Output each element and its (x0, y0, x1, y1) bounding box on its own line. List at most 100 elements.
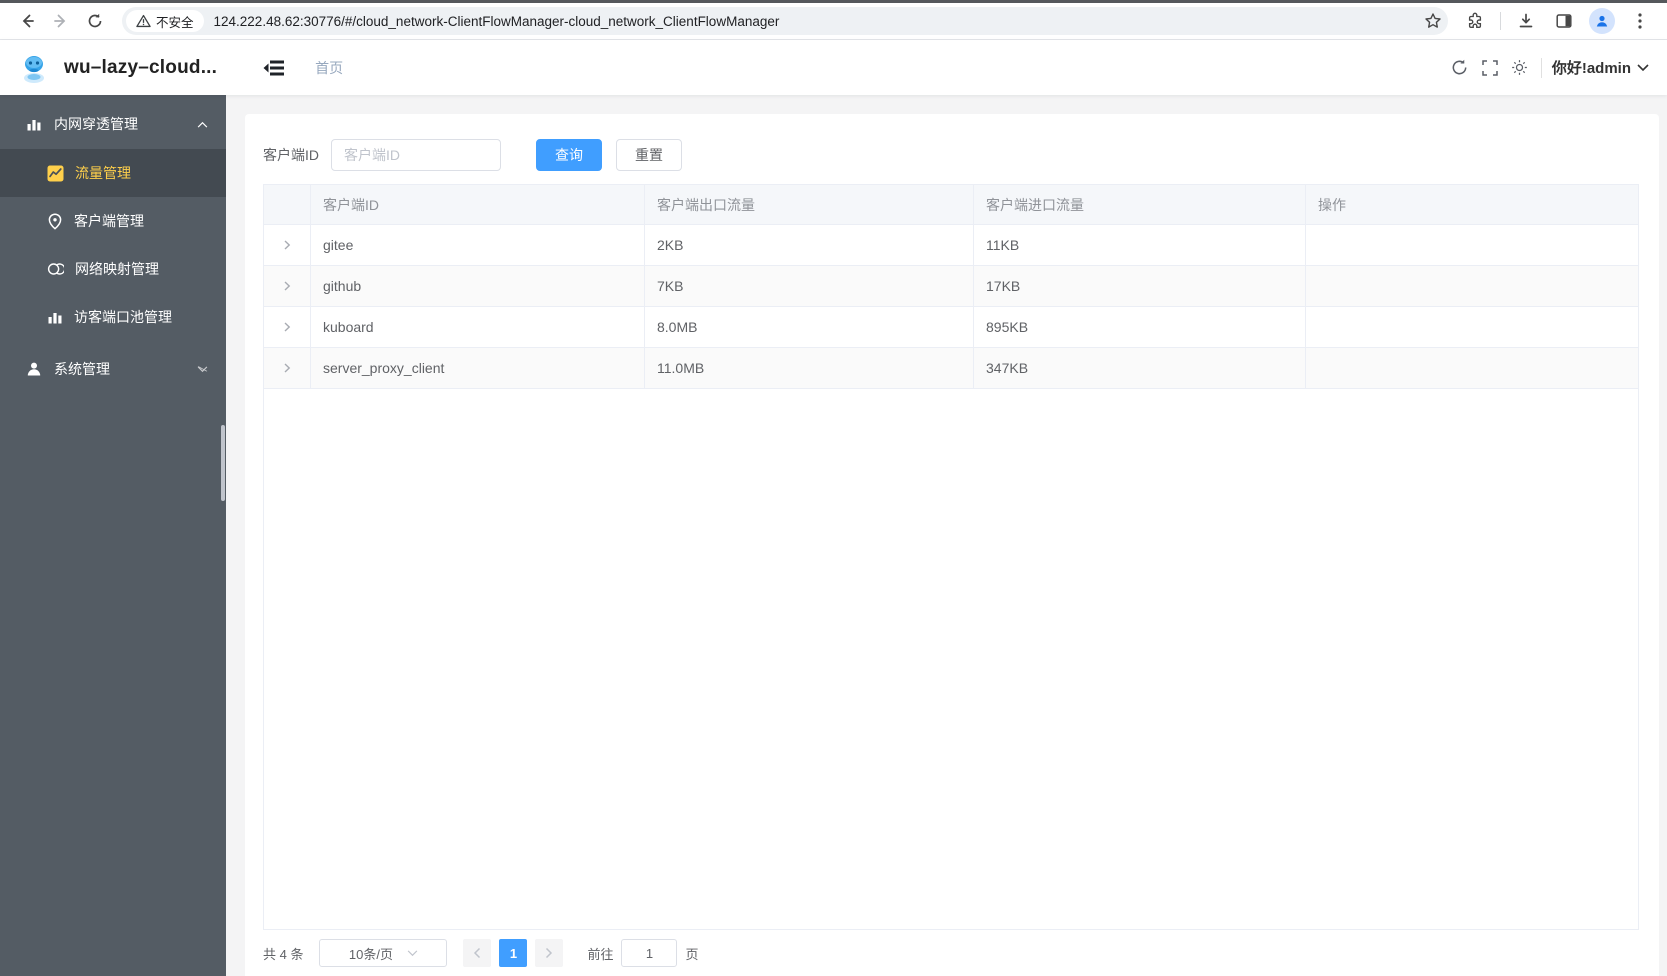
sidebar-collapse-button[interactable] (261, 55, 287, 81)
chevron-right-icon (544, 947, 554, 959)
cell-outbound: 8.0MB (645, 307, 974, 347)
app-header: wu–lazy–cloud... 首页 你好!admin (0, 40, 1667, 95)
pagination-bar: 共 4 条 10条/页 1 前往 1 页 (263, 930, 1639, 976)
extensions-button[interactable] (1458, 6, 1492, 36)
goto-page-input[interactable] (621, 939, 678, 967)
page-unit-label: 页 (685, 946, 699, 962)
person-icon (26, 361, 42, 377)
side-panel-icon (1555, 12, 1573, 30)
downloads-button[interactable] (1509, 6, 1543, 36)
cell-outbound: 11.0MB (645, 348, 974, 388)
sidebar-item-label: 流量管理 (75, 165, 131, 181)
cell-client-id: github (311, 266, 645, 306)
expand-row-icon[interactable] (281, 239, 293, 251)
user-menu[interactable]: 你好!admin (1552, 57, 1649, 78)
trend-line-square-icon (47, 165, 64, 182)
cell-inbound: 17KB (974, 266, 1306, 306)
goto-label: 前往 (587, 946, 614, 962)
warning-triangle-icon (136, 14, 151, 28)
next-page-button[interactable] (535, 939, 564, 967)
pagination-total: 共 4 条 (263, 946, 304, 962)
forward-button[interactable] (44, 6, 78, 36)
sidebar-item-flow-management[interactable]: 流量管理 (0, 149, 226, 197)
fullscreen-brackets-icon (1482, 59, 1498, 76)
table-header-outbound: 客户端出口流量 (645, 185, 974, 224)
reload-button[interactable] (78, 6, 112, 36)
profile-avatar-icon (1589, 8, 1615, 34)
sidebar-group-system-management[interactable]: 系统管理 (0, 341, 226, 397)
back-button[interactable] (10, 6, 44, 36)
sidebar-item-label: 客户端管理 (74, 213, 144, 229)
expand-row-icon[interactable] (281, 280, 293, 292)
expand-row-icon[interactable] (281, 321, 293, 333)
breadcrumb[interactable]: 首页 (315, 58, 343, 78)
refresh-page-button[interactable] (1445, 53, 1475, 83)
security-label: 不安全 (156, 15, 194, 30)
bar-chart-icon (47, 309, 63, 325)
side-panel-button[interactable] (1547, 6, 1581, 36)
search-button[interactable]: 查询 (536, 139, 602, 171)
chevron-down-icon (1637, 63, 1649, 72)
browser-toolbar: 不安全 124.222.48.62:30776/#/cloud_network-… (0, 3, 1667, 40)
cell-actions (1306, 225, 1639, 265)
sidebar-group-label: 系统管理 (54, 361, 110, 377)
page-number-1[interactable]: 1 (499, 939, 528, 967)
toolbar-separator (1500, 12, 1501, 30)
greeting-text: 你好!admin (1551, 60, 1631, 77)
sidebar-item-client-management[interactable]: 客户端管理 (0, 197, 226, 245)
cell-inbound: 895KB (974, 307, 1306, 347)
cell-inbound: 347KB (974, 348, 1306, 388)
sidebar-scrollbar-thumb[interactable] (221, 425, 225, 501)
table-header-client-id: 客户端ID (311, 185, 645, 224)
location-pin-icon (47, 212, 63, 230)
chevron-left-icon (472, 947, 482, 959)
omnibox[interactable]: 不安全 124.222.48.62:30776/#/cloud_network-… (122, 7, 1448, 35)
prev-page-button[interactable] (463, 939, 492, 967)
profile-button[interactable] (1585, 6, 1619, 36)
url-text[interactable]: 124.222.48.62:30776/#/cloud_network-Clie… (214, 14, 1424, 29)
reload-icon (86, 12, 104, 30)
sun-icon (1511, 59, 1528, 76)
page-size-select[interactable]: 10条/页 (319, 939, 448, 967)
cell-outbound: 7KB (645, 266, 974, 306)
chevron-up-icon (197, 121, 208, 128)
client-id-label: 客户端ID (263, 147, 319, 163)
linked-circles-icon (47, 261, 64, 277)
puzzle-piece-icon (1466, 12, 1484, 30)
bar-chart-icon (26, 116, 42, 132)
sidebar-item-network-mapping-management[interactable]: 网络映射管理 (0, 245, 226, 293)
refresh-icon (1450, 58, 1469, 77)
filter-bar: 客户端ID 查询 重置 (263, 139, 1639, 171)
sidebar-item-visitor-port-pool-management[interactable]: 访客端口池管理 (0, 293, 226, 341)
page-size-value: 10条/页 (348, 946, 393, 962)
table-row: gitee 2KB 11KB (263, 225, 1639, 266)
fullscreen-button[interactable] (1475, 53, 1505, 83)
client-id-input[interactable] (331, 139, 501, 171)
chrome-menu-button[interactable] (1623, 6, 1657, 36)
table-row: kuboard 8.0MB 895KB (263, 307, 1639, 348)
app-title: wu–lazy–cloud... (64, 56, 218, 78)
cell-actions (1306, 307, 1639, 347)
browser-actions (1458, 6, 1657, 36)
security-chip[interactable]: 不安全 (126, 10, 204, 32)
chevron-down-icon (197, 365, 208, 373)
table-row: github 7KB 17KB (263, 266, 1639, 307)
reset-button[interactable]: 重置 (616, 139, 682, 171)
header-separator (1540, 57, 1542, 78)
forward-arrow-icon (52, 12, 70, 30)
client-flow-table: 客户端ID 客户端出口流量 客户端进口流量 操作 gitee 2KB 11KB … (263, 184, 1639, 930)
main-content: 客户端ID 查询 重置 客户端ID 客户端出口流量 客户端进口流量 操作 git… (226, 95, 1667, 976)
table-row: server_proxy_client 11.0MB 347KB (263, 348, 1639, 389)
collapse-sidebar-icon (262, 58, 286, 78)
app-logo (16, 50, 52, 86)
cell-inbound: 11KB (974, 225, 1306, 265)
sidebar-group-label: 内网穿透管理 (54, 116, 138, 132)
expand-row-icon[interactable] (281, 362, 293, 374)
sidebar-group-tunnel-management[interactable]: 内网穿透管理 (0, 99, 226, 149)
table-header-row: 客户端ID 客户端出口流量 客户端进口流量 操作 (263, 184, 1639, 225)
table-empty-area (263, 389, 1639, 929)
cell-client-id: kuboard (311, 307, 645, 347)
cell-outbound: 2KB (645, 225, 974, 265)
theme-button[interactable] (1505, 53, 1535, 83)
bookmark-star-icon[interactable] (1424, 12, 1442, 30)
